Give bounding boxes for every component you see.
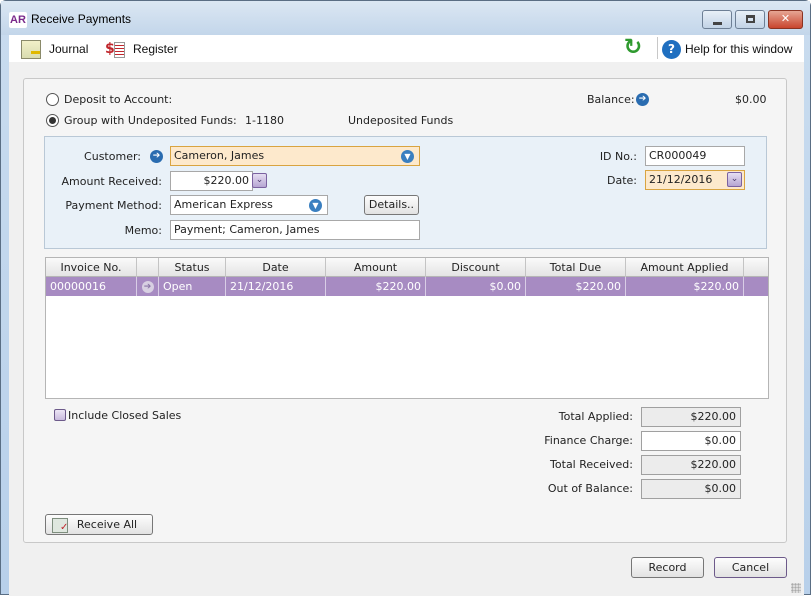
close-icon: ✕: [780, 12, 791, 25]
resize-grip[interactable]: [791, 583, 801, 593]
register-label: Register: [133, 42, 178, 56]
out-of-balance-label: Out of Balance:: [547, 482, 633, 495]
customer-combobox[interactable]: Cameron, James ▼: [170, 146, 420, 166]
total-applied-value: $220.00: [641, 407, 741, 427]
table-header: Invoice No. Status Date Amount Discount …: [46, 258, 768, 277]
row-arrow-icon[interactable]: ➔: [141, 281, 154, 293]
payment-method-label: Payment Method:: [65, 199, 162, 212]
column-header-amount[interactable]: Amount: [326, 258, 426, 277]
journal-label: Journal: [49, 42, 89, 56]
finance-charge-input[interactable]: $0.00: [641, 431, 741, 451]
date-label: Date:: [607, 174, 637, 187]
table-row[interactable]: 00000016 ➔ Open 21/12/2016 $220.00 $0.00…: [46, 277, 768, 296]
record-button[interactable]: Record: [631, 557, 704, 578]
help-button[interactable]: ? Help for this window: [662, 38, 792, 60]
cancel-button[interactable]: Cancel: [714, 557, 787, 578]
balance-label: Balance:: [587, 93, 635, 106]
cell-filler: [744, 277, 768, 296]
journal-button[interactable]: Journal: [21, 38, 88, 60]
amount-received-label: Amount Received:: [61, 175, 162, 188]
finance-charge-label: Finance Charge:: [544, 434, 633, 447]
cell-status: Open: [159, 277, 226, 296]
id-no-input[interactable]: CR000049: [645, 146, 745, 166]
date-input[interactable]: 21/12/2016 ⌄: [645, 170, 745, 190]
payment-method-combobox[interactable]: American Express ▼: [170, 195, 328, 215]
minimize-icon: [713, 22, 722, 25]
cell-link[interactable]: ➔: [137, 277, 159, 296]
content-box: Deposit to Account: Group with Undeposit…: [23, 78, 787, 543]
app-logo-icon: AR: [9, 12, 27, 28]
amount-received-input[interactable]: $220.00: [170, 171, 253, 191]
title-bar[interactable]: AR Receive Payments ✕: [1, 1, 810, 35]
receive-all-label: Receive All: [76, 518, 138, 531]
total-received-value: $220.00: [641, 455, 741, 475]
include-closed-sales-checkbox[interactable]: [54, 409, 66, 421]
receive-payments-window: AR Receive Payments ✕ Journal $ Register…: [0, 0, 811, 596]
payment-method-value: American Express: [174, 198, 273, 211]
cell-amount: $220.00: [326, 277, 426, 296]
cell-date: 21/12/2016: [226, 277, 326, 296]
help-label: Help for this window: [685, 42, 793, 56]
date-value: 21/12/2016: [649, 173, 713, 186]
column-header-total-due[interactable]: Total Due: [526, 258, 626, 277]
cell-amount-applied[interactable]: $220.00: [626, 277, 744, 296]
window-title: Receive Payments: [31, 12, 132, 26]
invoice-table: Invoice No. Status Date Amount Discount …: [45, 257, 769, 399]
journal-icon: [21, 39, 41, 59]
column-header-status[interactable]: Status: [159, 258, 226, 277]
chevron-down-icon[interactable]: ▼: [309, 199, 322, 212]
refresh-icon[interactable]: ↻: [621, 37, 645, 59]
cell-total-due: $220.00: [526, 277, 626, 296]
memo-input[interactable]: Payment; Cameron, James: [170, 220, 420, 240]
details-button[interactable]: Details..: [364, 195, 419, 215]
register-icon: $: [105, 40, 125, 59]
column-header-invoice-no[interactable]: Invoice No.: [46, 258, 137, 277]
maximize-button[interactable]: [735, 10, 765, 29]
chevron-down-icon[interactable]: ▼: [401, 150, 414, 163]
column-header-discount[interactable]: Discount: [426, 258, 526, 277]
customer-panel: Customer: ➔ Cameron, James ▼ Amount Rece…: [44, 136, 767, 249]
customer-value: Cameron, James: [174, 149, 265, 162]
receive-all-button[interactable]: Receive All: [45, 514, 153, 537]
deposit-to-account-label: Deposit to Account:: [64, 93, 173, 106]
group-undeposited-radio[interactable]: [46, 114, 59, 127]
amount-dropdown-icon[interactable]: ⌄: [252, 173, 267, 188]
cell-invoice-no: 00000016: [46, 277, 137, 296]
customer-arrow-icon[interactable]: ➔: [150, 150, 163, 163]
account-number: 1-1180: [245, 114, 284, 127]
minimize-button[interactable]: [702, 10, 732, 29]
out-of-balance-value: $0.00: [641, 479, 741, 499]
customer-label: Customer:: [84, 150, 141, 163]
include-closed-sales-label: Include Closed Sales: [68, 409, 182, 422]
balance-arrow-icon[interactable]: ➔: [636, 93, 649, 106]
maximize-icon: [746, 15, 755, 23]
column-header-amount-applied[interactable]: Amount Applied: [626, 258, 744, 277]
register-button[interactable]: $ Register: [105, 38, 178, 60]
cell-discount: $0.00: [426, 277, 526, 296]
memo-label: Memo:: [124, 224, 162, 237]
deposit-to-account-radio[interactable]: [46, 93, 59, 106]
toolbar: Journal $ Register ↻ ? Help for this win…: [9, 35, 804, 62]
column-header-filler: [744, 258, 768, 277]
account-name: Undeposited Funds: [348, 114, 454, 127]
calendar-dropdown-icon[interactable]: ⌄: [727, 172, 742, 187]
total-received-label: Total Received:: [550, 458, 633, 471]
balance-value: $0.00: [735, 93, 767, 106]
id-no-label: ID No.:: [599, 150, 637, 163]
close-button[interactable]: ✕: [768, 10, 803, 29]
receive-all-icon: [52, 518, 68, 537]
toolbar-divider: [657, 37, 658, 59]
total-applied-label: Total Applied:: [558, 410, 633, 423]
column-header-date[interactable]: Date: [226, 258, 326, 277]
column-header-link[interactable]: [137, 258, 159, 277]
help-icon: ?: [662, 39, 681, 59]
group-undeposited-label: Group with Undeposited Funds:: [64, 114, 237, 127]
main-panel: Deposit to Account: Group with Undeposit…: [9, 62, 804, 596]
